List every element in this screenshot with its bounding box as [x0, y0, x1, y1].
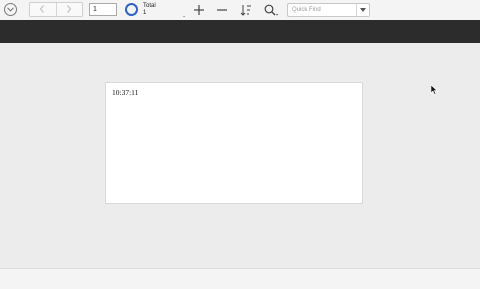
quick-find-placeholder: Quick Find — [292, 7, 321, 13]
find-button[interactable] — [263, 3, 279, 17]
next-record-button[interactable] — [57, 3, 83, 16]
chevron-right-icon — [67, 5, 72, 13]
total-count: 1 — [143, 10, 147, 16]
minus-icon — [217, 9, 227, 11]
delete-record-button[interactable] — [215, 3, 229, 17]
chevron-left-icon — [39, 5, 44, 13]
plus-icon — [194, 5, 204, 15]
status-bar — [0, 268, 480, 289]
magnifier-icon — [264, 4, 279, 16]
sort-icon — [240, 5, 251, 16]
previous-record-button[interactable] — [30, 3, 56, 16]
chevron-circle-icon[interactable] — [4, 3, 17, 16]
layout-header — [0, 20, 480, 43]
new-record-button[interactable] — [192, 3, 206, 17]
chevron-down-icon — [360, 8, 366, 12]
record-number-input[interactable]: 1 — [89, 3, 117, 16]
total-label: Total — [143, 3, 156, 9]
chevron-down-icon[interactable]: ⌄ — [182, 13, 186, 19]
time-field[interactable]: 10:37:11 — [112, 88, 138, 97]
sort-button[interactable] — [239, 3, 253, 17]
quick-find-input[interactable]: Quick Find — [287, 3, 370, 17]
quick-find-dropdown[interactable] — [356, 4, 369, 16]
record-navigation — [29, 2, 83, 17]
toolbar: 1 Total 1 ⌄ Quick Find — [0, 0, 480, 21]
mouse-cursor-icon — [431, 85, 438, 95]
layout-body: 10:37:11 — [105, 82, 363, 204]
pie-icon[interactable] — [125, 3, 138, 16]
